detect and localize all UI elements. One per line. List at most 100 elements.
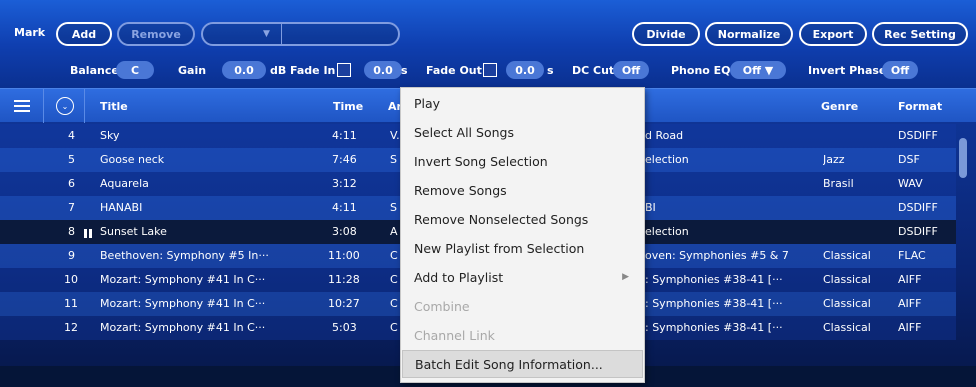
fade-out-checkbox[interactable] [483, 63, 497, 77]
phono-eq-label: Phono EQ [671, 64, 731, 77]
context-menu: Play Select All Songs Invert Song Select… [400, 87, 645, 383]
export-button[interactable]: Export [799, 22, 867, 46]
row-title: Goose neck [100, 153, 165, 166]
row-album: : Symphonies #38-41 [··· [645, 321, 783, 334]
row-format: AIFF [898, 297, 922, 310]
balance-field[interactable]: C [116, 61, 154, 79]
scrollbar[interactable] [958, 124, 968, 364]
row-album: : Symphonies #38-41 [··· [645, 273, 783, 286]
menu-item-combine: Combine [414, 298, 470, 314]
row-number: 12 [64, 321, 78, 334]
divide-button[interactable]: Divide [632, 22, 700, 46]
hamburger-icon[interactable] [12, 96, 32, 116]
row-genre: Classical [823, 297, 871, 310]
row-album: d Road [645, 129, 684, 142]
remove-button[interactable]: Remove [117, 22, 195, 46]
row-time: 11:28 [328, 273, 360, 286]
row-title: Mozart: Symphony #41 In C··· [100, 297, 266, 310]
column-genre[interactable]: Genre [821, 89, 858, 123]
fade-out-field[interactable]: 0.0 [506, 61, 544, 79]
menu-item-invert-selection[interactable]: Invert Song Selection [402, 147, 643, 175]
normalize-button[interactable]: Normalize [705, 22, 793, 46]
row-number: 5 [68, 153, 75, 166]
phono-eq-dropdown[interactable]: Off ▼ [730, 61, 786, 79]
row-title: Sky [100, 129, 120, 142]
row-artist: C [390, 273, 398, 286]
fade-in-checkbox[interactable] [337, 63, 351, 77]
header-divider [84, 89, 85, 123]
menu-item-label: Add to Playlist [414, 269, 504, 285]
row-number: 6 [68, 177, 75, 190]
row-time: 3:08 [332, 225, 357, 238]
row-album: oven: Symphonies #5 & 7 [645, 249, 789, 262]
row-time: 4:11 [332, 201, 357, 214]
menu-item-play[interactable]: Play [402, 89, 643, 117]
gain-label: Gain [178, 64, 207, 77]
add-button[interactable]: Add [56, 22, 112, 46]
column-time[interactable]: Time [333, 89, 363, 123]
mark-dropdown[interactable]: ▼ [201, 22, 400, 46]
sort-icon[interactable]: ⌄ [56, 97, 74, 115]
row-format: DSDIFF [898, 129, 938, 142]
chevron-down-icon: ▼ [263, 29, 270, 39]
row-time: 7:46 [332, 153, 357, 166]
row-number: 10 [64, 273, 78, 286]
row-artist: A [390, 225, 398, 238]
row-format: AIFF [898, 273, 922, 286]
dropdown-divider [281, 24, 282, 44]
menu-item-remove-songs[interactable]: Remove Songs [402, 176, 643, 204]
menu-item-add-to-playlist[interactable]: Add to Playlist ▶ [402, 263, 643, 291]
menu-item-remove-nonselected[interactable]: Remove Nonselected Songs [402, 205, 643, 233]
row-genre: Classical [823, 321, 871, 334]
row-title: Sunset Lake [100, 225, 167, 238]
row-album: BI [645, 201, 656, 214]
row-genre: Jazz [823, 153, 845, 166]
menu-item-batch-edit[interactable]: Batch Edit Song Information... [402, 350, 643, 378]
row-time: 3:12 [332, 177, 357, 190]
row-album: election [645, 225, 689, 238]
row-artist: C [390, 297, 398, 310]
row-title: Mozart: Symphony #41 In C··· [100, 321, 266, 334]
row-format: AIFF [898, 321, 922, 334]
menu-item-channel-link: Channel Link [414, 327, 495, 343]
row-album: : Symphonies #38-41 [··· [645, 297, 783, 310]
row-genre: Classical [823, 249, 871, 262]
fade-in-label: Fade In [290, 64, 336, 77]
dc-cut-toggle[interactable]: Off [613, 61, 649, 79]
menu-item-new-playlist[interactable]: New Playlist from Selection [402, 234, 643, 262]
mark-label: Mark [14, 26, 46, 39]
balance-label: Balance [70, 64, 119, 77]
row-genre: Classical [823, 273, 871, 286]
row-title: Beethoven: Symphony #5 In··· [100, 249, 269, 262]
gain-field[interactable]: 0.0 [222, 61, 266, 79]
row-format: DSDIFF [898, 201, 938, 214]
row-artist: S [390, 153, 397, 166]
invert-phase-toggle[interactable]: Off [882, 61, 918, 79]
app-window: Mark Add Remove ▼ Divide Normalize Expor… [0, 0, 976, 387]
fade-in-field[interactable]: 0.0 [364, 61, 402, 79]
row-time: 10:27 [328, 297, 360, 310]
row-genre: Brasil [823, 177, 854, 190]
triangle-right-icon: ▶ [622, 272, 629, 282]
row-format: DSDIFF [898, 225, 938, 238]
fade-out-label: Fade Out [426, 64, 482, 77]
column-title[interactable]: Title [100, 89, 128, 123]
row-title: Aquarela [100, 177, 149, 190]
fade-in-unit: s [401, 64, 408, 77]
row-number: 4 [68, 129, 75, 142]
row-format: FLAC [898, 249, 926, 262]
pause-icon [83, 226, 93, 238]
rec-setting-button[interactable]: Rec Setting [872, 22, 968, 46]
row-number: 11 [64, 297, 78, 310]
dc-cut-label: DC Cut [572, 64, 615, 77]
row-number: 9 [68, 249, 75, 262]
row-artist: C [390, 249, 398, 262]
row-time: 4:11 [332, 129, 357, 142]
column-format[interactable]: Format [898, 89, 942, 123]
row-number: 8 [68, 225, 75, 238]
row-artist: S [390, 201, 397, 214]
row-format: WAV [898, 177, 923, 190]
scrollbar-thumb[interactable] [959, 138, 967, 178]
row-time: 11:00 [328, 249, 360, 262]
menu-item-select-all[interactable]: Select All Songs [402, 118, 643, 146]
